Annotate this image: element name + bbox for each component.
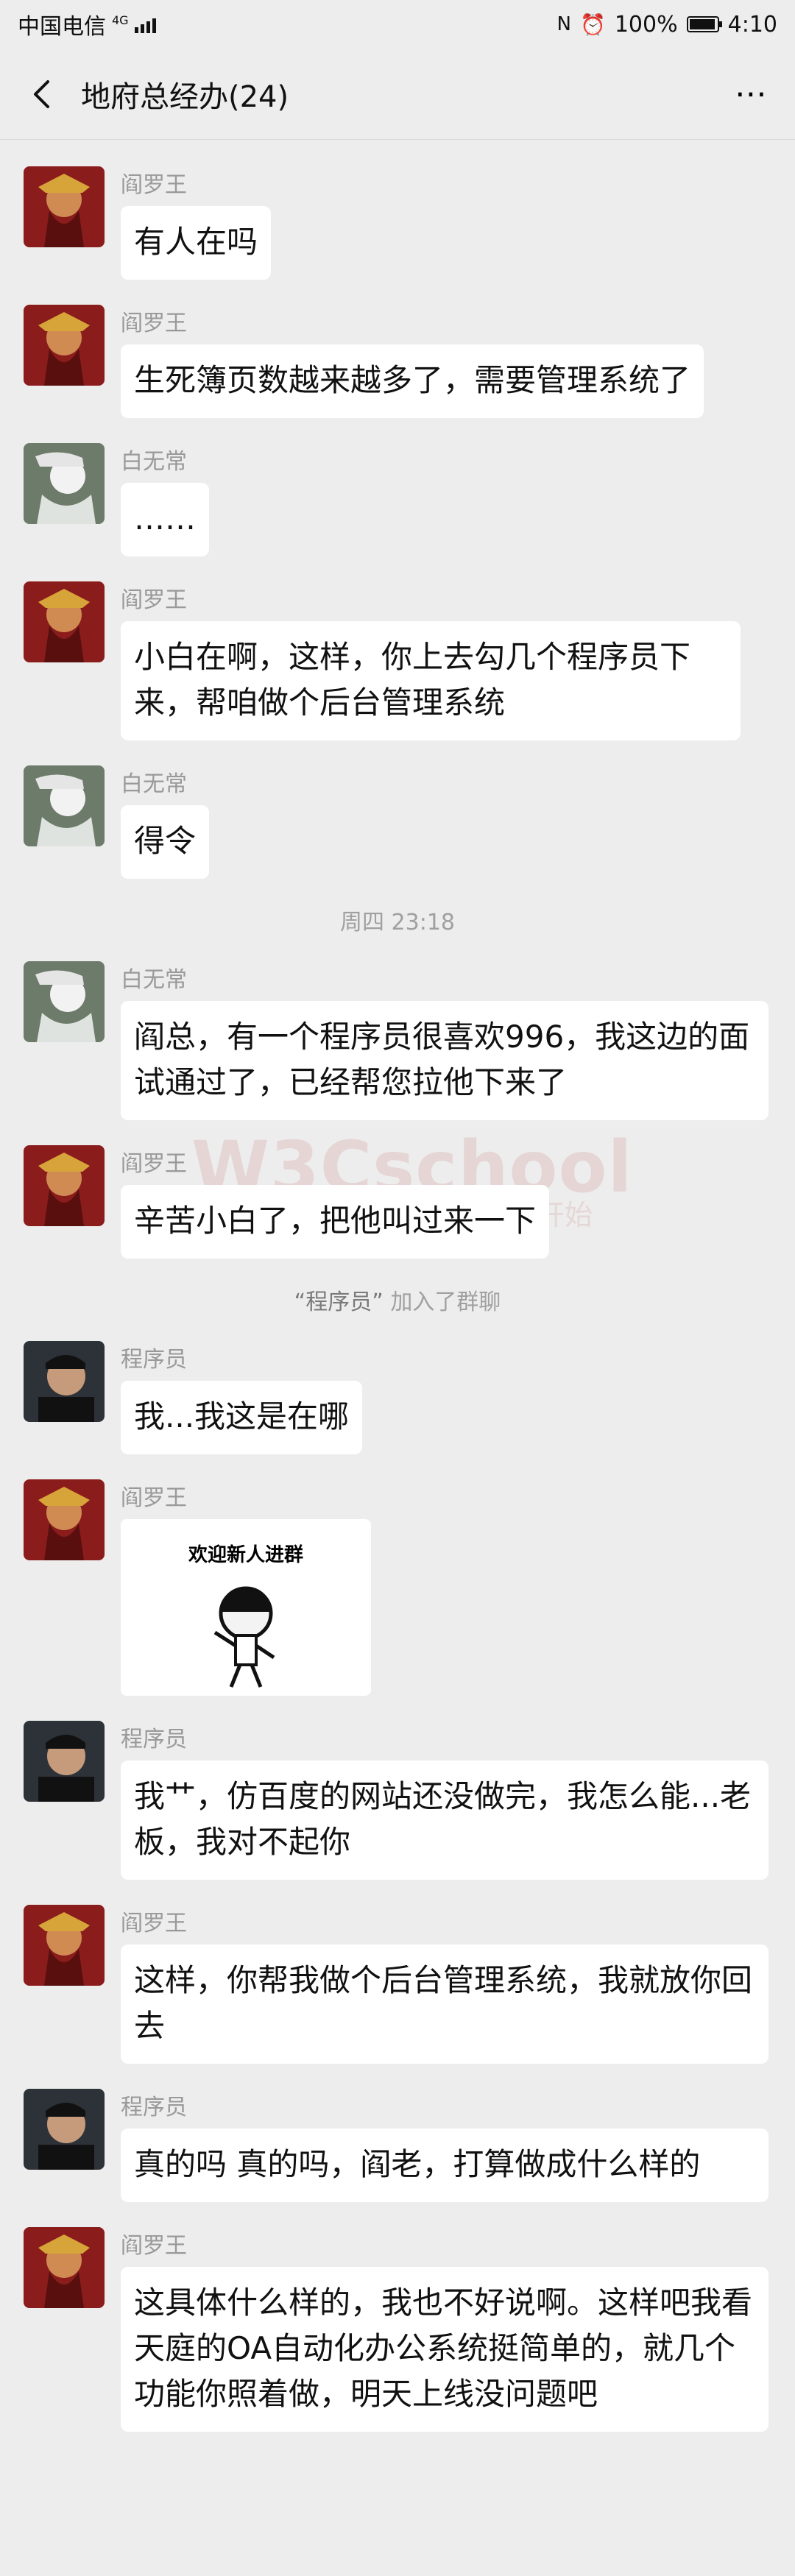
message-content: 阎罗王 辛苦小白了，把他叫过来一下 <box>121 1145 550 1259</box>
message-row: 阎罗王 这样，你帮我做个后台管理系统，我就放你回去 <box>24 1905 771 2064</box>
chat-list: 阎罗王 有人在吗 阎罗王 生死簿页数越来越多了，需要管理系统了 白无常 …… 阎… <box>0 140 795 2432</box>
nfc-icon: N <box>556 13 571 35</box>
avatar-baiwuchang[interactable] <box>24 961 105 1042</box>
message-row: 阎罗王 欢迎新人进群 <box>24 1479 771 1696</box>
avatar-baiwuchang[interactable] <box>24 765 105 846</box>
message-row: 阎罗王 生死簿页数越来越多了，需要管理系统了 <box>24 305 771 418</box>
message-bubble[interactable]: 有人在吗 <box>121 206 272 280</box>
message-row: 白无常 阎总，有一个程序员很喜欢996，我这边的面试通过了，已经帮您拉他下来了 <box>24 961 771 1120</box>
avatar-yanluowang[interactable] <box>24 305 105 386</box>
message-row: 阎罗王 这具体什么样的，我也不好说啊。这样吧我看天庭的OA自动化办公系统挺简单的… <box>24 2227 771 2432</box>
message-row: 白无常 得令 <box>24 765 771 879</box>
avatar-yanluowang[interactable] <box>24 166 105 247</box>
sender-name: 阎罗王 <box>121 587 187 613</box>
avatar-yanluowang[interactable] <box>24 581 105 662</box>
message-row: 程序员 我...我这是在哪 <box>24 1341 771 1454</box>
message-bubble[interactable]: 真的吗 真的吗，阎老，打算做成什么样的 <box>121 2129 768 2202</box>
sender-name: 阎罗王 <box>121 172 187 198</box>
back-button[interactable] <box>24 77 59 112</box>
chevron-left-icon <box>34 79 49 108</box>
sender-name: 阎罗王 <box>121 2233 187 2259</box>
message-bubble[interactable]: 生死簿页数越来越多了，需要管理系统了 <box>121 344 704 418</box>
message-content: 白无常 阎总，有一个程序员很喜欢996，我这边的面试通过了，已经帮您拉他下来了 <box>121 961 768 1120</box>
avatar-baiwuchang[interactable] <box>24 443 105 524</box>
message-content: 阎罗王 小白在啊，这样，你上去勾几个程序员下来，帮咱做个后台管理系统 <box>121 581 741 740</box>
signal-icon <box>134 15 156 33</box>
sender-name: 程序员 <box>121 1727 187 1752</box>
sender-name: 阎罗王 <box>121 311 187 336</box>
avatar-yanluowang[interactable] <box>24 2227 105 2308</box>
status-left: 中国电信 4G <box>18 8 156 40</box>
avatar-programmer[interactable] <box>24 2089 105 2170</box>
message-bubble[interactable]: 得令 <box>121 805 210 879</box>
more-options-button[interactable]: ⋯ <box>720 75 771 113</box>
avatar-yanluowang[interactable] <box>24 1479 105 1560</box>
message-bubble[interactable]: 小白在啊，这样，你上去勾几个程序员下来，帮咱做个后台管理系统 <box>121 621 741 740</box>
sender-name: 白无常 <box>121 771 187 797</box>
sender-name: 阎罗王 <box>121 1485 187 1511</box>
message-content: 阎罗王 这具体什么样的，我也不好说啊。这样吧我看天庭的OA自动化办公系统挺简单的… <box>121 2227 768 2432</box>
sticker-image[interactable]: 欢迎新人进群 <box>121 1519 371 1696</box>
message-content: 阎罗王 生死簿页数越来越多了，需要管理系统了 <box>121 305 704 418</box>
sender-name: 白无常 <box>121 967 187 993</box>
battery-icon <box>686 16 722 32</box>
message-content: 白无常 …… <box>121 443 209 556</box>
message-row: 阎罗王 小白在啊，这样，你上去勾几个程序员下来，帮咱做个后台管理系统 <box>24 581 771 740</box>
avatar-yanluowang[interactable] <box>24 1905 105 1986</box>
alarm-icon: ⏰ <box>579 12 606 37</box>
chat-header: 地府总经办(24) ⋯ <box>0 49 795 140</box>
message-row: 白无常 …… <box>24 443 771 556</box>
message-content: 程序员 我艹，仿百度的网站还没做完，我怎么能...老板，我对不起你 <box>121 1721 768 1880</box>
message-row: 阎罗王 有人在吗 <box>24 166 771 280</box>
message-row: 程序员 真的吗 真的吗，阎老，打算做成什么样的 <box>24 2089 771 2202</box>
message-content: 白无常 得令 <box>121 765 210 879</box>
avatar-programmer[interactable] <box>24 1721 105 1802</box>
sender-name: 阎罗王 <box>121 1151 187 1177</box>
battery-percent: 100% <box>614 11 678 38</box>
message-bubble[interactable]: 辛苦小白了，把他叫过来一下 <box>121 1185 550 1259</box>
cartoon-man-icon <box>213 1586 275 1688</box>
message-bubble[interactable]: 我...我这是在哪 <box>121 1381 363 1454</box>
message-content: 程序员 我...我这是在哪 <box>121 1341 363 1454</box>
system-message: “程序员” 加入了群聊 <box>0 1284 795 1316</box>
avatar-yanluowang[interactable] <box>24 1145 105 1226</box>
message-content: 阎罗王 有人在吗 <box>121 166 272 280</box>
carrier-label: 中国电信 <box>18 14 106 40</box>
status-bar: 中国电信 4G N ⏰ 100% 4:10 <box>0 0 795 49</box>
clock-time: 4:10 <box>727 11 777 38</box>
message-row: 程序员 我艹，仿百度的网站还没做完，我怎么能...老板，我对不起你 <box>24 1721 771 1880</box>
message-bubble[interactable]: 阎总，有一个程序员很喜欢996，我这边的面试通过了，已经帮您拉他下来了 <box>121 1001 768 1120</box>
message-bubble[interactable]: …… <box>121 483 209 556</box>
network-label: 4G <box>112 13 129 27</box>
message-bubble[interactable]: 这样，你帮我做个后台管理系统，我就放你回去 <box>121 1945 768 2064</box>
timestamp: 周四 23:18 <box>340 910 455 935</box>
chat-title: 地府总经办(24) <box>81 79 289 114</box>
message-bubble[interactable]: 这具体什么样的，我也不好说啊。这样吧我看天庭的OA自动化办公系统挺简单的，就几个… <box>121 2267 768 2432</box>
sender-name: 程序员 <box>121 1347 187 1373</box>
avatar-programmer[interactable] <box>24 1341 105 1422</box>
status-right: N ⏰ 100% 4:10 <box>557 12 777 38</box>
joined-user-name: “程序员” <box>294 1289 384 1315</box>
message-row: 阎罗王 辛苦小白了，把他叫过来一下 <box>24 1145 771 1259</box>
message-content: 程序员 真的吗 真的吗，阎老，打算做成什么样的 <box>121 2089 768 2202</box>
sender-name: 白无常 <box>121 449 187 475</box>
sender-name: 阎罗王 <box>121 1911 187 1936</box>
message-content: 阎罗王 这样，你帮我做个后台管理系统，我就放你回去 <box>121 1905 768 2064</box>
joined-user-suffix: 加入了群聊 <box>390 1289 501 1315</box>
sender-name: 程序员 <box>121 2095 187 2120</box>
message-content: 阎罗王 欢迎新人进群 <box>121 1479 371 1696</box>
message-bubble[interactable]: 我艹，仿百度的网站还没做完，我怎么能...老板，我对不起你 <box>121 1761 768 1880</box>
